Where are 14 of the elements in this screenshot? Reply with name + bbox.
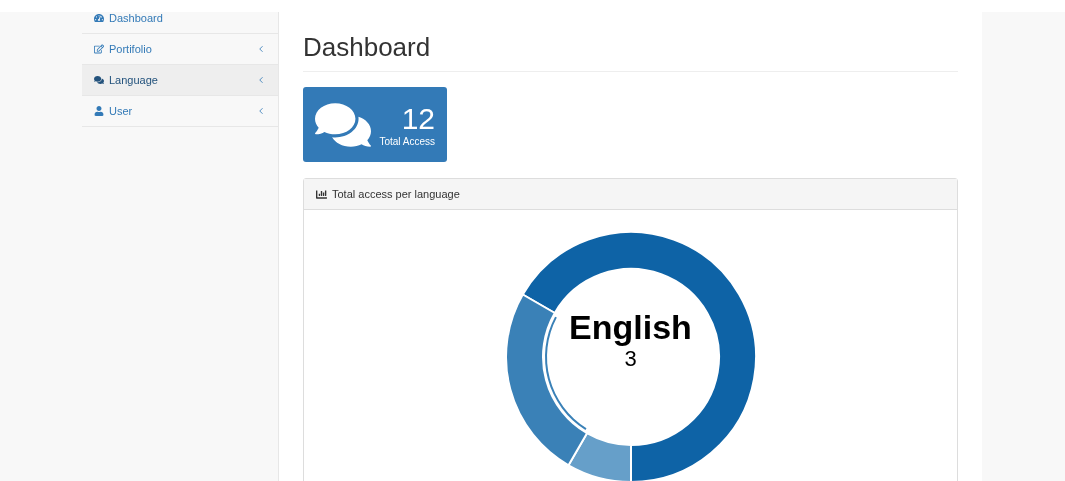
gauge-icon (94, 13, 104, 23)
sidebar-item[interactable]: Language (82, 65, 278, 96)
sidebar-item[interactable]: Dashboard (82, 12, 278, 34)
stat-value: 12 (401, 102, 435, 136)
edit-icon (94, 44, 104, 54)
user-icon (94, 106, 104, 116)
center-value: 3 (624, 346, 637, 372)
center-label: English (569, 308, 692, 346)
sidebar-item[interactable]: User (82, 96, 278, 127)
chat-icon (94, 75, 104, 85)
page-title: Dashboard (303, 32, 958, 72)
panel-title: Total access per language (332, 188, 460, 200)
bar-chart-icon (316, 188, 327, 200)
stat-label: Total Access (379, 136, 435, 147)
